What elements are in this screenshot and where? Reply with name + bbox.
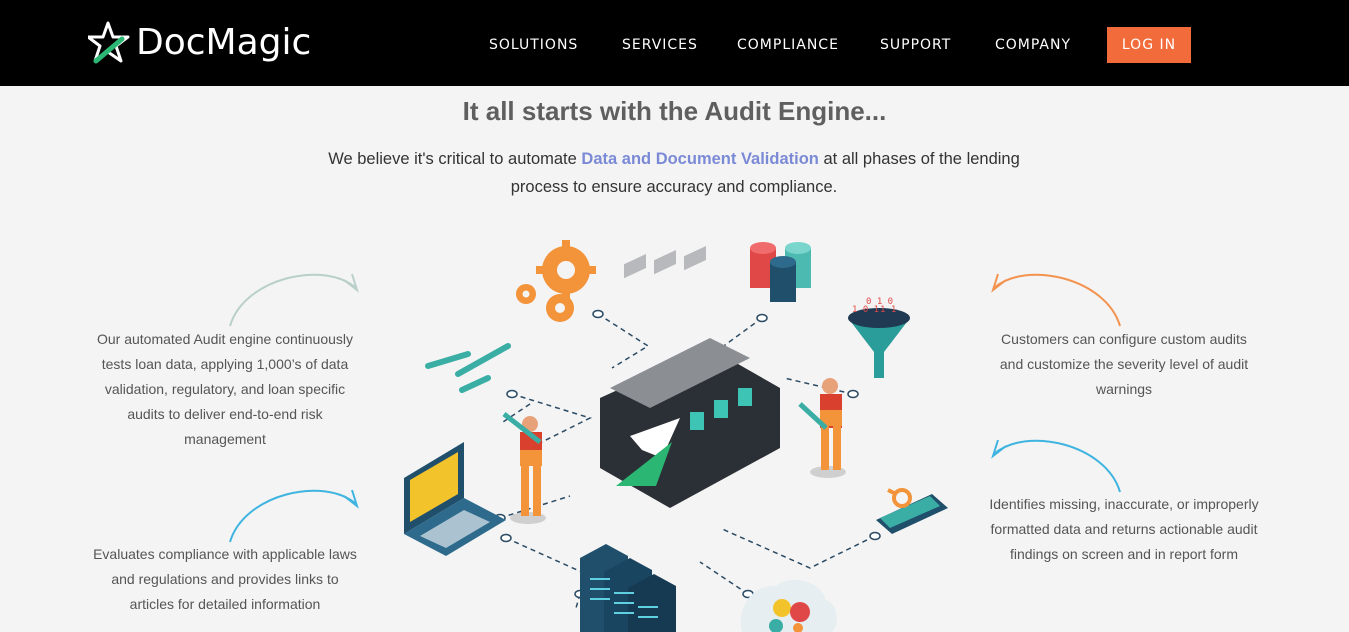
worker-left-icon [502, 412, 546, 524]
arrow-grey-icon [229, 273, 359, 327]
brand-name: DocMagic [136, 22, 312, 63]
audit-engine-illustration: 1 0 10 1 01 1 [404, 240, 948, 632]
nav-compliance[interactable]: COMPLIANCE [737, 36, 839, 54]
top-navbar: DocMagic SOLUTIONS SERVICES COMPLIANCE S… [0, 0, 1349, 86]
laptop-binary-icon [404, 442, 506, 556]
gears-icon [516, 240, 596, 322]
login-button[interactable]: LOG IN [1107, 27, 1191, 63]
tablet-magnifier-icon [876, 488, 948, 534]
feature-left-top: Our automated Audit engine continuously … [96, 331, 354, 447]
nav-solutions[interactable]: SOLUTIONS [489, 36, 578, 54]
page-title: It all starts with the Audit Engine... [462, 96, 887, 126]
arrow-blue-left-icon [229, 489, 359, 543]
cloud-gears-icon [740, 579, 837, 632]
star-check-logo-icon [88, 21, 130, 64]
feature-left-bottom: Evaluates compliance with applicable law… [93, 546, 357, 612]
intro-highlight: Data and Document Validation [581, 150, 819, 168]
data-funnel-icon: 1 0 10 1 01 1 [848, 297, 910, 378]
nav-company[interactable]: COMPANY [995, 36, 1071, 54]
server-rack-icon [580, 544, 676, 632]
nav-services[interactable]: SERVICES [622, 36, 698, 54]
feature-right-bottom: Identifies missing, inaccurate, or impro… [989, 496, 1259, 562]
intro-text-before: We believe it's critical to automate [328, 150, 582, 168]
nav-support[interactable]: SUPPORT [880, 36, 951, 54]
wrenches-icon [425, 343, 511, 393]
svg-text:1 1: 1 1 [880, 305, 896, 315]
intro-paragraph: We believe it's critical to automate Dat… [324, 145, 1024, 201]
arrow-orange-icon [991, 273, 1121, 327]
brand-logo[interactable]: DocMagic [88, 18, 311, 68]
feature-right-top: Customers can configure custom audits an… [999, 331, 1249, 397]
arrow-blue-right-icon [991, 439, 1121, 493]
database-icon [750, 242, 811, 302]
worker-right-icon [798, 378, 846, 478]
